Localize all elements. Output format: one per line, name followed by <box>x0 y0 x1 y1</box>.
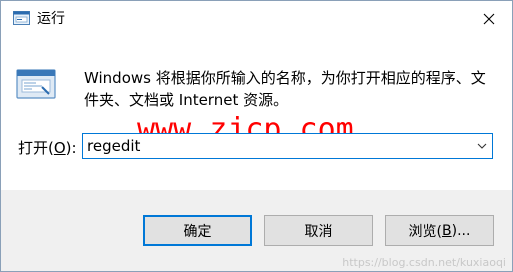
dialog-description: Windows 将根据你所输入的名称，为你打开相应的程序、文件夹、文档或 Int… <box>84 69 486 109</box>
open-input[interactable] <box>87 136 467 156</box>
title-bar: 运行 <box>1 1 512 37</box>
browse-label-suffix: )... <box>451 222 471 239</box>
chevron-down-icon[interactable] <box>476 140 488 152</box>
cancel-button[interactable]: 取消 <box>264 215 373 246</box>
open-combobox[interactable] <box>82 133 493 159</box>
close-icon <box>483 13 495 25</box>
open-label-suffix: ): <box>65 139 77 157</box>
browse-button[interactable]: 浏览(B)... <box>385 215 494 246</box>
run-app-icon <box>13 11 30 25</box>
browse-label-accel: B <box>442 222 452 239</box>
ok-button[interactable]: 确定 <box>143 215 252 246</box>
window-title: 运行 <box>37 11 65 27</box>
open-label: 打开(O): <box>18 138 77 158</box>
button-bar: 确定 取消 浏览(B)... https://blog.csdn.net/kux… <box>1 190 512 271</box>
url-watermark: https://blog.csdn.net/kuxiaoqi <box>342 256 506 269</box>
close-button[interactable] <box>466 1 512 37</box>
run-icon <box>16 69 56 99</box>
open-label-accel: O <box>53 139 66 157</box>
browse-label-prefix: 浏览( <box>408 223 443 240</box>
run-dialog: 运行 Windows 将根据你所输入的名称，为你打开相应的程序、文件夹、文档或 … <box>0 0 513 272</box>
open-label-prefix: 打开( <box>18 139 54 157</box>
